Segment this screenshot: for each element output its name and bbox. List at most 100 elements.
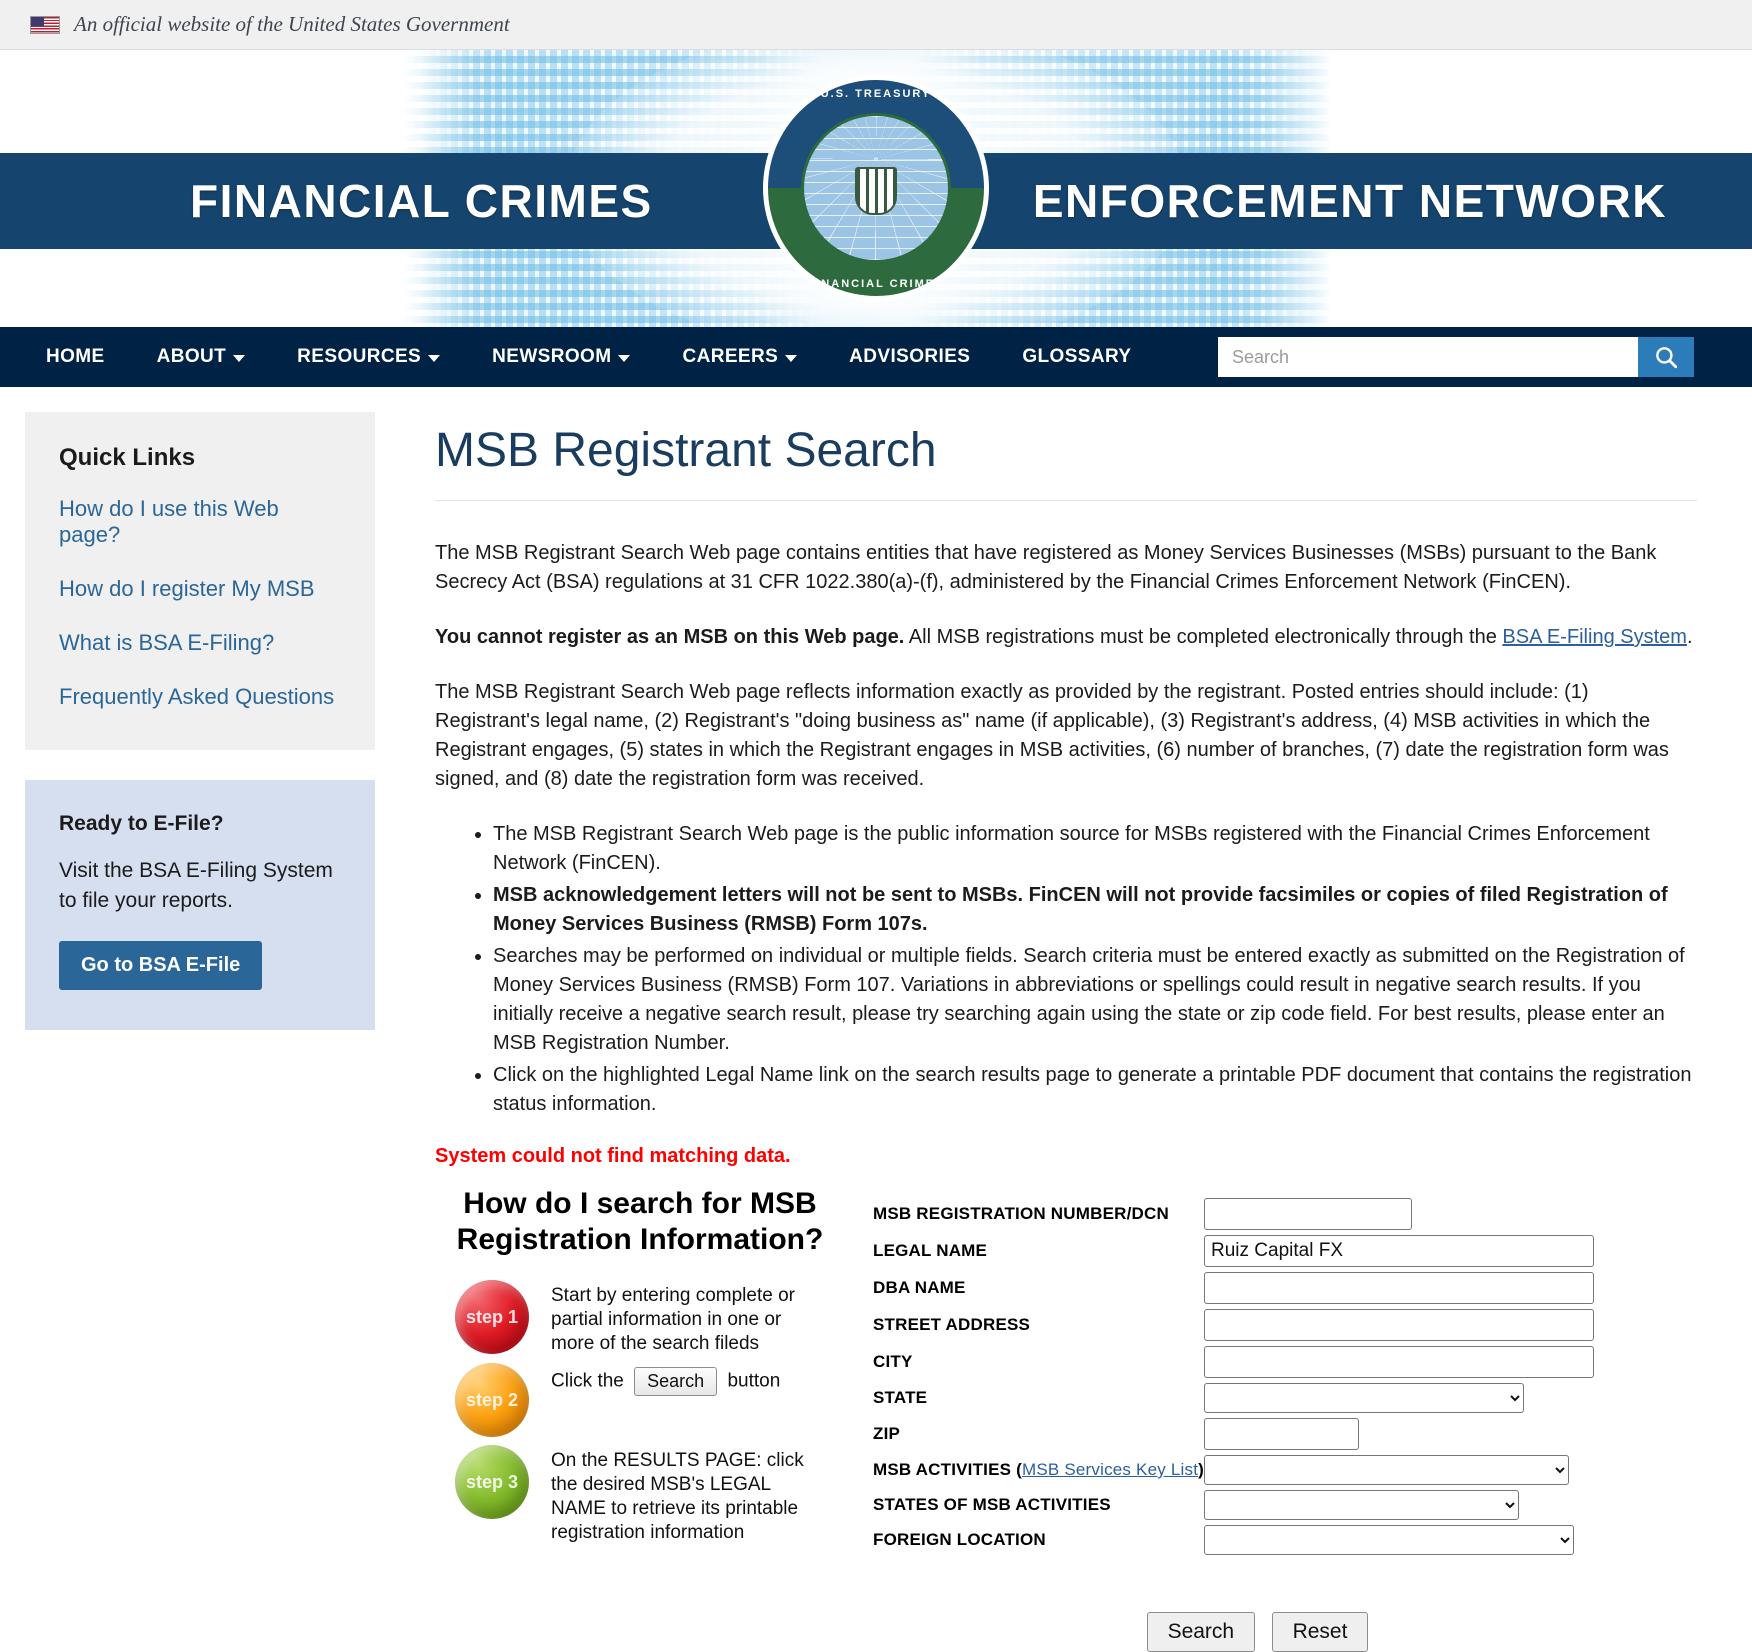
form-row-states-of-msb-activities: STATES OF MSB ACTIVITIES [873,1490,1697,1525]
msb-activities-select[interactable] [1204,1455,1570,1485]
chevron-down-icon [428,355,441,362]
quick-links-title: Quick Links [59,444,196,471]
step-3-badge: step 3 [455,1445,529,1520]
label-foreign-location: FOREIGN LOCATION [873,1530,1046,1549]
nav-label: NEWSROOM [492,346,612,367]
search-area: How do I search for MSB Registration Inf… [435,1186,1697,1652]
msb-search-form: MSB REGISTRATION NUMBER/DCN LEGAL NAME D… [825,1186,1697,1652]
form-row-zip: ZIP [873,1418,1697,1455]
inline-search-button-illustration: Search [634,1367,718,1396]
seal-caption-bottom: FINANCIAL CRIMES [807,278,945,290]
step-row-1: step 1 Start by entering complete or par… [455,1280,825,1355]
search-button[interactable]: Search [1146,1612,1256,1652]
sidebar: Quick Links How do I use this Web page? … [0,387,400,1652]
nav-item-resources[interactable]: RESOURCES [271,346,466,368]
page-body: Quick Links How do I use this Web page? … [0,387,1752,1652]
label-state: STATE [873,1388,928,1407]
nav-label: ADVISORIES [849,346,971,367]
ready-to-efile-card: Ready to E-File? Visit the BSA E-Filing … [25,780,375,1030]
efile-card-title: Ready to E-File? [59,812,224,835]
quick-link-register-msb[interactable]: How do I register My MSB [59,576,341,602]
step-2-text-after: button [722,1370,781,1392]
form-row-msb-activities: MSB ACTIVITIES (MSB Services Key List) [873,1455,1697,1490]
street-address-input[interactable] [1204,1309,1595,1341]
search-submit-button[interactable] [1638,337,1694,377]
quick-link-faq[interactable]: Frequently Asked Questions [59,684,341,710]
title-divider [435,500,1697,501]
nav-item-advisories[interactable]: ADVISORIES [823,346,996,368]
dba-name-input[interactable] [1204,1272,1595,1304]
fincen-seal-logo[interactable]: U.S. TREASURY FINANCIAL CRIMES [763,75,989,301]
list-item: Click on the highlighted Legal Name link… [493,1061,1697,1119]
msb-services-key-list-link[interactable]: MSB Services Key List [1022,1460,1198,1479]
main-navigation: HOME ABOUT RESOURCES NEWSROOM CAREERS AD… [0,327,1752,387]
form-row-foreign-location: FOREIGN LOCATION [873,1525,1697,1560]
city-input[interactable] [1204,1346,1595,1378]
form-row-city: CITY [873,1346,1697,1383]
label-msb-activities: MSB ACTIVITIES (MSB Services Key List) [873,1460,1205,1479]
site-masthead: FINANCIAL CRIMES ENFORCEMENT NETWORK U.S… [0,50,1752,327]
nav-item-about[interactable]: ABOUT [131,346,272,368]
legal-name-input[interactable] [1204,1235,1595,1267]
masthead-title-left: FINANCIAL CRIMES [190,175,653,227]
gov-banner: An official website of the United States… [0,0,1752,50]
step-1-text: Start by entering complete or partial in… [551,1285,795,1354]
page-title: MSB Registrant Search [435,424,937,477]
nav-item-newsroom[interactable]: NEWSROOM [466,346,656,368]
nav-label: RESOURCES [297,346,422,367]
steps-panel: How do I search for MSB Registration Inf… [435,1186,825,1652]
foreign-location-select[interactable] [1204,1525,1575,1555]
form-row-state: STATE [873,1383,1697,1418]
quick-link-bsa-efiling[interactable]: What is BSA E-Filing? [59,630,341,656]
chevron-down-icon [618,355,631,362]
list-item: MSB acknowledgement letters will not be … [493,881,1697,939]
form-row-registration-number: MSB REGISTRATION NUMBER/DCN [873,1198,1697,1235]
step-2-text: Click the Search button [551,1363,780,1396]
go-to-bsa-efile-button[interactable]: Go to BSA E-File [59,940,263,990]
nav-label: GLOSSARY [1022,346,1132,367]
step-1-badge: step 1 [455,1280,529,1354]
step-2-text-before: Click the [551,1370,630,1392]
nav-item-glossary[interactable]: GLOSSARY [996,346,1157,368]
label-states-of-msb-activities: STATES OF MSB ACTIVITIES [873,1495,1111,1514]
seal-shield-icon [855,166,897,215]
cannot-register-end: . [1686,626,1693,648]
reflects-info-paragraph: The MSB Registrant Search Web page refle… [435,681,1669,790]
form-row-street-address: STREET ADDRESS [873,1309,1697,1346]
magnifier-icon [1656,347,1678,369]
state-select[interactable] [1204,1383,1525,1413]
nav-item-home[interactable]: HOME [30,346,131,368]
label-city: CITY [873,1352,913,1371]
error-message: System could not find matching data. [435,1145,791,1167]
form-row-dba-name: DBA NAME [873,1272,1697,1309]
zip-input[interactable] [1204,1418,1360,1450]
search-input[interactable] [1218,337,1638,377]
nav-label: HOME [46,346,105,367]
nav-label: ABOUT [156,346,227,367]
seal-eagle-icon [804,166,948,215]
list-item: Searches may be performed on individual … [493,942,1697,1058]
site-search [1218,337,1694,377]
seal-caption-top: U.S. TREASURY [820,88,932,100]
bsa-efiling-system-link[interactable]: BSA E-Filing System [1502,626,1687,648]
step-row-2: step 2 Click the Search button [455,1363,825,1438]
reset-button[interactable]: Reset [1271,1612,1369,1652]
form-buttons: Search Reset [873,1612,1697,1652]
form-row-legal-name: LEGAL NAME [873,1235,1697,1272]
search-form-table: MSB REGISTRATION NUMBER/DCN LEGAL NAME D… [873,1198,1697,1560]
cannot-register-bold: You cannot register as an MSB on this We… [435,626,905,648]
quick-links-card: Quick Links How do I use this Web page? … [25,412,375,750]
nav-item-careers[interactable]: CAREERS [656,346,823,368]
label-zip: ZIP [873,1424,901,1443]
step-3-text: On the RESULTS PAGE: click the desired M… [551,1450,804,1543]
states-of-msb-activities-select[interactable] [1204,1490,1520,1520]
info-bullet-list: The MSB Registrant Search Web page is th… [435,820,1697,1119]
nav-label: CAREERS [682,346,779,367]
efile-card-text: Visit the BSA E-Filing System to file yo… [59,859,333,913]
cannot-register-paragraph: You cannot register as an MSB on this We… [435,623,1697,652]
msb-registration-number-input[interactable] [1204,1198,1413,1230]
chevron-down-icon [233,355,246,362]
chevron-down-icon [785,355,798,362]
quick-link-use-web-page[interactable]: How do I use this Web page? [59,496,341,548]
step-2-badge: step 2 [455,1363,529,1438]
